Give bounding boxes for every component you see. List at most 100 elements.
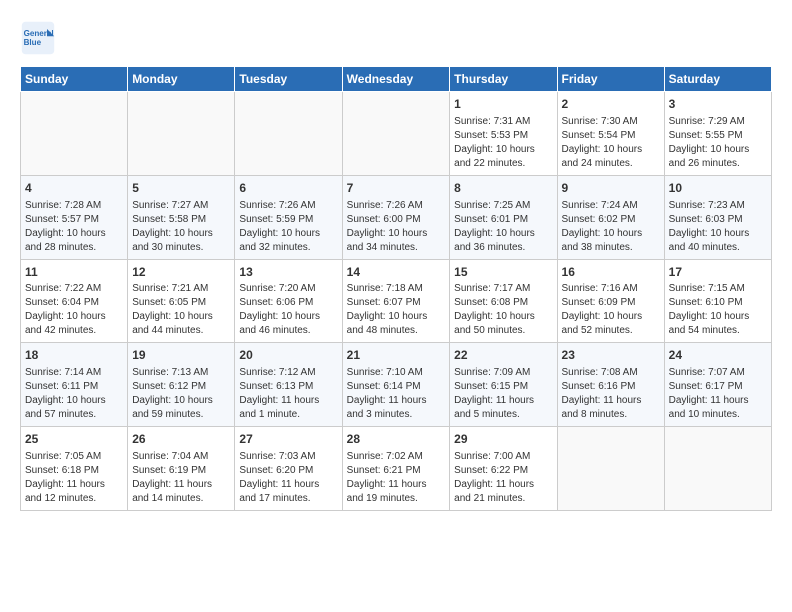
calendar-cell: 7 Sunrise: 7:26 AM Sunset: 6:00 PM Daylig… bbox=[342, 175, 450, 259]
day-info: Sunrise: 7:26 AM Sunset: 6:00 PM Dayligh… bbox=[347, 199, 446, 255]
calendar-cell bbox=[21, 92, 128, 176]
day-info: Sunrise: 7:08 AM Sunset: 6:16 PM Dayligh… bbox=[562, 366, 660, 422]
day-number: 3 bbox=[669, 96, 767, 113]
day-info: Sunrise: 7:12 AM Sunset: 6:13 PM Dayligh… bbox=[239, 366, 337, 422]
calendar-cell: 28 Sunrise: 7:02 AM Sunset: 6:21 PM Dayli… bbox=[342, 427, 450, 511]
day-info: Sunrise: 7:02 AM Sunset: 6:21 PM Dayligh… bbox=[347, 450, 446, 506]
day-number: 27 bbox=[239, 431, 337, 448]
day-number: 12 bbox=[132, 264, 230, 281]
day-number: 15 bbox=[454, 264, 552, 281]
day-number: 21 bbox=[347, 347, 446, 364]
day-number: 29 bbox=[454, 431, 552, 448]
day-info: Sunrise: 7:04 AM Sunset: 6:19 PM Dayligh… bbox=[132, 450, 230, 506]
calendar-cell bbox=[557, 427, 664, 511]
day-info: Sunrise: 7:30 AM Sunset: 5:54 PM Dayligh… bbox=[562, 115, 660, 171]
calendar-cell: 17Sunrise: 7:15 AM Sunset: 6:10 PM Dayli… bbox=[664, 259, 771, 343]
dow-header-monday: Monday bbox=[128, 67, 235, 92]
dow-header-friday: Friday bbox=[557, 67, 664, 92]
day-info: Sunrise: 7:24 AM Sunset: 6:02 PM Dayligh… bbox=[562, 199, 660, 255]
calendar-cell: 12Sunrise: 7:21 AM Sunset: 6:05 PM Dayli… bbox=[128, 259, 235, 343]
calendar-cell: 4 Sunrise: 7:28 AM Sunset: 5:57 PM Daylig… bbox=[21, 175, 128, 259]
dow-header-sunday: Sunday bbox=[21, 67, 128, 92]
dow-header-saturday: Saturday bbox=[664, 67, 771, 92]
calendar-cell: 11Sunrise: 7:22 AM Sunset: 6:04 PM Dayli… bbox=[21, 259, 128, 343]
dow-header-wednesday: Wednesday bbox=[342, 67, 450, 92]
calendar-cell: 25 Sunrise: 7:05 AM Sunset: 6:18 PM Dayli… bbox=[21, 427, 128, 511]
calendar-cell: 16Sunrise: 7:16 AM Sunset: 6:09 PM Dayli… bbox=[557, 259, 664, 343]
calendar-cell: 24Sunrise: 7:07 AM Sunset: 6:17 PM Dayli… bbox=[664, 343, 771, 427]
svg-text:Blue: Blue bbox=[24, 38, 42, 47]
calendar-cell: 20 Sunrise: 7:12 AM Sunset: 6:13 PM Dayli… bbox=[235, 343, 342, 427]
calendar-cell: 26 Sunrise: 7:04 AM Sunset: 6:19 PM Dayli… bbox=[128, 427, 235, 511]
day-info: Sunrise: 7:16 AM Sunset: 6:09 PM Dayligh… bbox=[562, 282, 660, 338]
calendar-cell: 22 Sunrise: 7:09 AM Sunset: 6:15 PM Dayli… bbox=[450, 343, 557, 427]
day-info: Sunrise: 7:15 AM Sunset: 6:10 PM Dayligh… bbox=[669, 282, 767, 338]
day-number: 17 bbox=[669, 264, 767, 281]
day-info: Sunrise: 7:27 AM Sunset: 5:58 PM Dayligh… bbox=[132, 199, 230, 255]
calendar-cell: 29 Sunrise: 7:00 AM Sunset: 6:22 PM Dayli… bbox=[450, 427, 557, 511]
calendar-cell: 10 Sunrise: 7:23 AM Sunset: 6:03 PM Dayli… bbox=[664, 175, 771, 259]
day-number: 13 bbox=[239, 264, 337, 281]
day-number: 4 bbox=[25, 180, 123, 197]
day-number: 20 bbox=[239, 347, 337, 364]
calendar-cell: 27 Sunrise: 7:03 AM Sunset: 6:20 PM Dayli… bbox=[235, 427, 342, 511]
day-number: 19 bbox=[132, 347, 230, 364]
dow-header-tuesday: Tuesday bbox=[235, 67, 342, 92]
day-info: Sunrise: 7:03 AM Sunset: 6:20 PM Dayligh… bbox=[239, 450, 337, 506]
calendar-cell: 5 Sunrise: 7:27 AM Sunset: 5:58 PM Daylig… bbox=[128, 175, 235, 259]
day-number: 28 bbox=[347, 431, 446, 448]
calendar-cell: 1 Sunrise: 7:31 AM Sunset: 5:53 PM Daylig… bbox=[450, 92, 557, 176]
day-number: 8 bbox=[454, 180, 552, 197]
day-info: Sunrise: 7:29 AM Sunset: 5:55 PM Dayligh… bbox=[669, 115, 767, 171]
calendar-cell bbox=[235, 92, 342, 176]
day-number: 1 bbox=[454, 96, 552, 113]
day-number: 5 bbox=[132, 180, 230, 197]
dow-header-thursday: Thursday bbox=[450, 67, 557, 92]
day-info: Sunrise: 7:10 AM Sunset: 6:14 PM Dayligh… bbox=[347, 366, 446, 422]
day-number: 11 bbox=[25, 264, 123, 281]
calendar-cell: 13Sunrise: 7:20 AM Sunset: 6:06 PM Dayli… bbox=[235, 259, 342, 343]
day-info: Sunrise: 7:17 AM Sunset: 6:08 PM Dayligh… bbox=[454, 282, 552, 338]
day-number: 6 bbox=[239, 180, 337, 197]
day-info: Sunrise: 7:21 AM Sunset: 6:05 PM Dayligh… bbox=[132, 282, 230, 338]
calendar-cell: 21 Sunrise: 7:10 AM Sunset: 6:14 PM Dayli… bbox=[342, 343, 450, 427]
day-number: 2 bbox=[562, 96, 660, 113]
calendar-cell: 3 Sunrise: 7:29 AM Sunset: 5:55 PM Daylig… bbox=[664, 92, 771, 176]
day-info: Sunrise: 7:25 AM Sunset: 6:01 PM Dayligh… bbox=[454, 199, 552, 255]
calendar-cell: 23 Sunrise: 7:08 AM Sunset: 6:16 PM Dayli… bbox=[557, 343, 664, 427]
logo: General Blue bbox=[20, 20, 62, 56]
calendar-cell: 14Sunrise: 7:18 AM Sunset: 6:07 PM Dayli… bbox=[342, 259, 450, 343]
day-number: 9 bbox=[562, 180, 660, 197]
day-number: 18 bbox=[25, 347, 123, 364]
calendar-cell bbox=[342, 92, 450, 176]
day-number: 23 bbox=[562, 347, 660, 364]
day-info: Sunrise: 7:26 AM Sunset: 5:59 PM Dayligh… bbox=[239, 199, 337, 255]
day-info: Sunrise: 7:00 AM Sunset: 6:22 PM Dayligh… bbox=[454, 450, 552, 506]
day-number: 14 bbox=[347, 264, 446, 281]
day-info: Sunrise: 7:09 AM Sunset: 6:15 PM Dayligh… bbox=[454, 366, 552, 422]
day-number: 22 bbox=[454, 347, 552, 364]
day-info: Sunrise: 7:13 AM Sunset: 6:12 PM Dayligh… bbox=[132, 366, 230, 422]
calendar-cell: 15Sunrise: 7:17 AM Sunset: 6:08 PM Dayli… bbox=[450, 259, 557, 343]
day-info: Sunrise: 7:28 AM Sunset: 5:57 PM Dayligh… bbox=[25, 199, 123, 255]
day-number: 16 bbox=[562, 264, 660, 281]
calendar-cell: 6 Sunrise: 7:26 AM Sunset: 5:59 PM Daylig… bbox=[235, 175, 342, 259]
day-info: Sunrise: 7:05 AM Sunset: 6:18 PM Dayligh… bbox=[25, 450, 123, 506]
day-info: Sunrise: 7:07 AM Sunset: 6:17 PM Dayligh… bbox=[669, 366, 767, 422]
day-info: Sunrise: 7:14 AM Sunset: 6:11 PM Dayligh… bbox=[25, 366, 123, 422]
calendar-cell: 18 Sunrise: 7:14 AM Sunset: 6:11 PM Dayli… bbox=[21, 343, 128, 427]
calendar-cell: 8 Sunrise: 7:25 AM Sunset: 6:01 PM Daylig… bbox=[450, 175, 557, 259]
calendar-cell: 9 Sunrise: 7:24 AM Sunset: 6:02 PM Daylig… bbox=[557, 175, 664, 259]
day-info: Sunrise: 7:20 AM Sunset: 6:06 PM Dayligh… bbox=[239, 282, 337, 338]
day-number: 10 bbox=[669, 180, 767, 197]
day-number: 26 bbox=[132, 431, 230, 448]
calendar-cell: 19 Sunrise: 7:13 AM Sunset: 6:12 PM Dayli… bbox=[128, 343, 235, 427]
day-info: Sunrise: 7:22 AM Sunset: 6:04 PM Dayligh… bbox=[25, 282, 123, 338]
day-info: Sunrise: 7:31 AM Sunset: 5:53 PM Dayligh… bbox=[454, 115, 552, 171]
day-info: Sunrise: 7:23 AM Sunset: 6:03 PM Dayligh… bbox=[669, 199, 767, 255]
day-number: 7 bbox=[347, 180, 446, 197]
day-number: 25 bbox=[25, 431, 123, 448]
day-info: Sunrise: 7:18 AM Sunset: 6:07 PM Dayligh… bbox=[347, 282, 446, 338]
calendar-cell bbox=[664, 427, 771, 511]
calendar-cell: 2 Sunrise: 7:30 AM Sunset: 5:54 PM Daylig… bbox=[557, 92, 664, 176]
